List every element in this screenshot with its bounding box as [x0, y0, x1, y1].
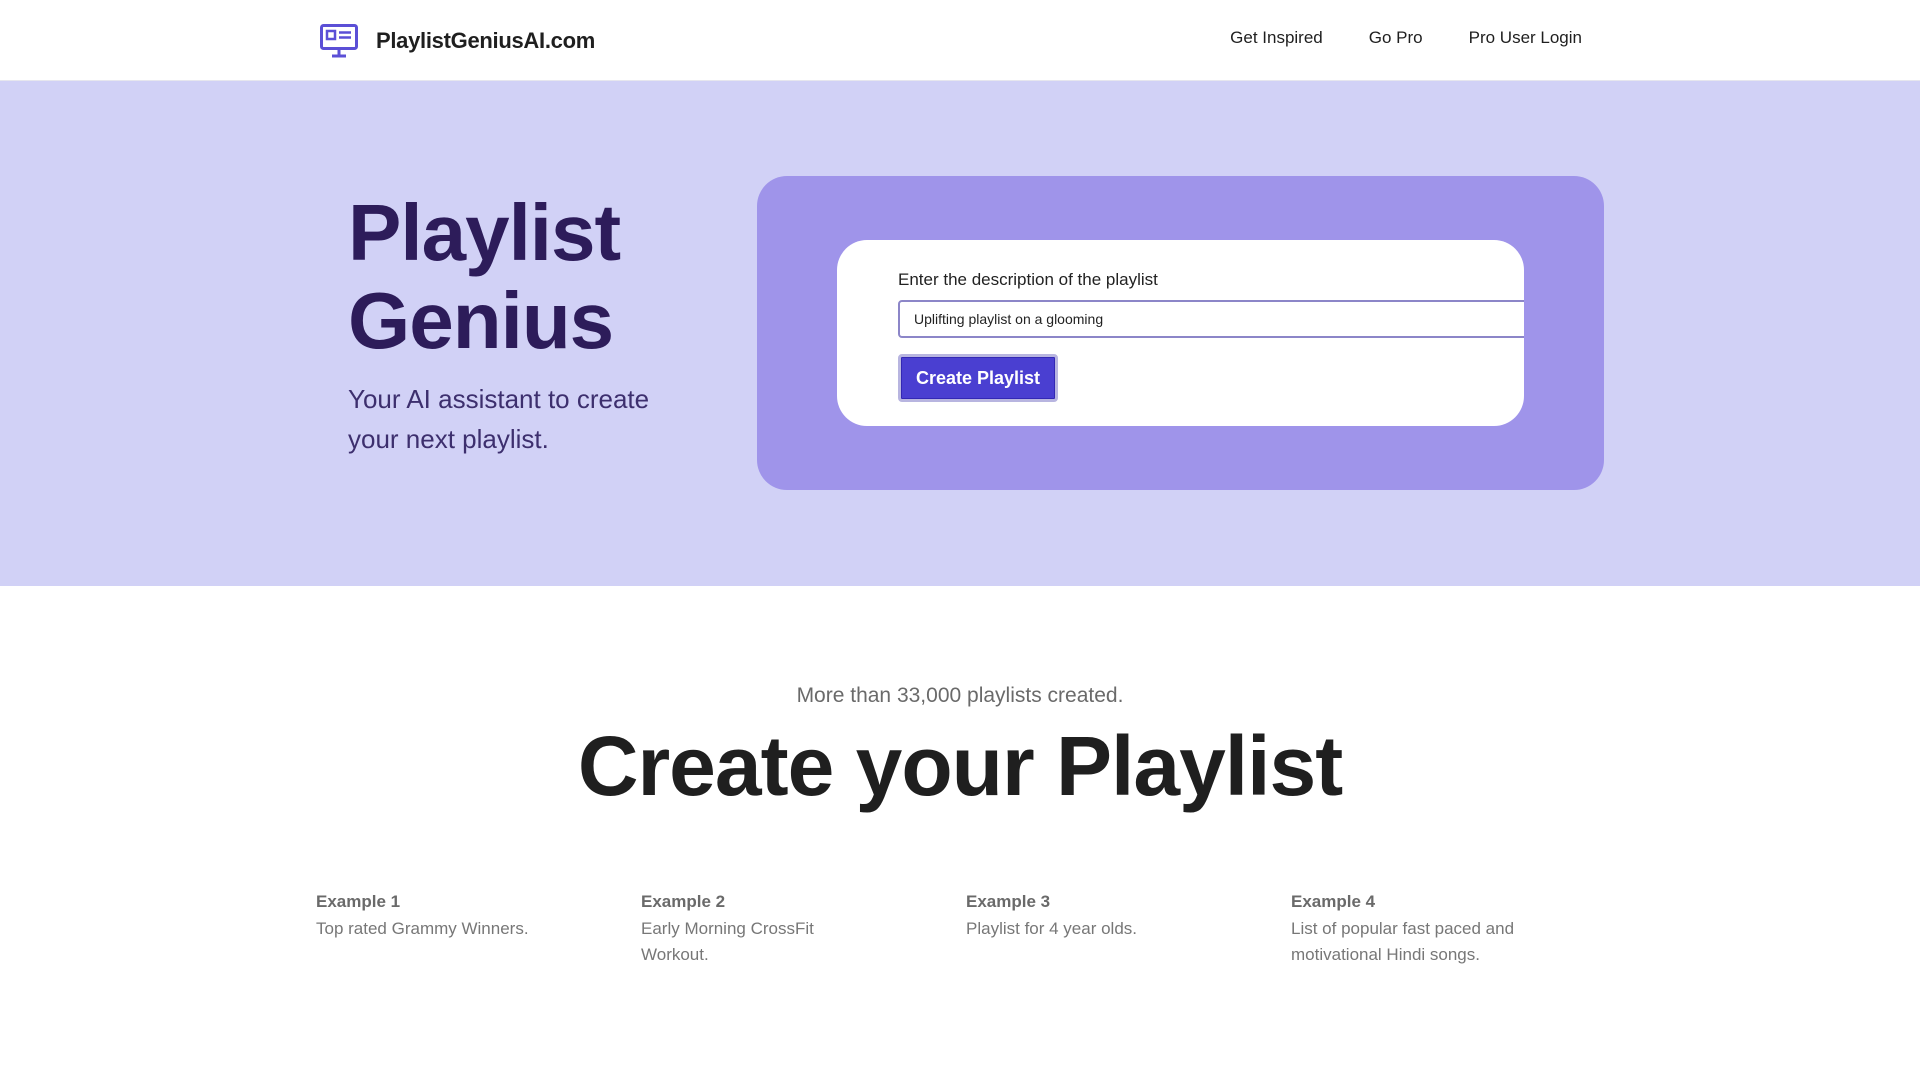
example-text: Early Morning CrossFit Workout.	[641, 919, 814, 964]
nav-get-inspired[interactable]: Get Inspired	[1230, 28, 1323, 48]
example-title: Example 1	[316, 892, 401, 911]
create-playlist-button[interactable]: Create Playlist	[898, 354, 1058, 402]
main-nav: Get Inspired Go Pro Pro User Login	[1230, 28, 1582, 48]
playlist-form-card: Enter the description of the playlist Cr…	[837, 240, 1524, 426]
brand-name: PlaylistGeniusAI.com	[376, 28, 595, 53]
example-item[interactable]: Example 3 Playlist for 4 year olds.	[966, 892, 1291, 968]
example-title: Example 4	[1291, 892, 1376, 911]
hero-subtitle: Your AI assistant to create your next pl…	[348, 384, 650, 454]
nav-pro-user-login[interactable]: Pro User Login	[1469, 28, 1582, 48]
description-input[interactable]	[898, 300, 1524, 338]
example-title: Example 3	[966, 892, 1051, 911]
description-label: Enter the description of the playlist	[898, 270, 1158, 289]
example-item[interactable]: Example 4 List of popular fast paced and…	[1291, 892, 1616, 968]
example-item[interactable]: Example 1 Top rated Grammy Winners.	[316, 892, 641, 968]
example-text: Playlist for 4 year olds.	[966, 919, 1138, 938]
hero-section: Playlist Genius Your AI assistant to cre…	[0, 81, 1920, 586]
brand-link[interactable]: PlaylistGeniusAI.com	[320, 24, 595, 58]
hero-title-line2: Genius	[348, 276, 614, 365]
site-header: PlaylistGeniusAI.com Get Inspired Go Pro…	[0, 0, 1920, 81]
examples-list: Example 1 Top rated Grammy Winners. Exam…	[316, 892, 1616, 968]
playlists-count-text: More than 33,000 playlists created.	[796, 684, 1124, 707]
example-text: Top rated Grammy Winners.	[316, 919, 529, 938]
monitor-icon	[320, 24, 358, 58]
nav-go-pro[interactable]: Go Pro	[1369, 28, 1423, 48]
hero-title-line1: Playlist	[348, 188, 621, 277]
example-text: List of popular fast paced and motivatio…	[1291, 919, 1515, 964]
hero-title: Playlist Genius	[348, 189, 728, 365]
example-item[interactable]: Example 2 Early Morning CrossFit Workout…	[641, 892, 966, 968]
section-title: Create your Playlist	[577, 719, 1343, 813]
form-panel: Enter the description of the playlist Cr…	[757, 176, 1604, 490]
example-title: Example 2	[641, 892, 726, 911]
